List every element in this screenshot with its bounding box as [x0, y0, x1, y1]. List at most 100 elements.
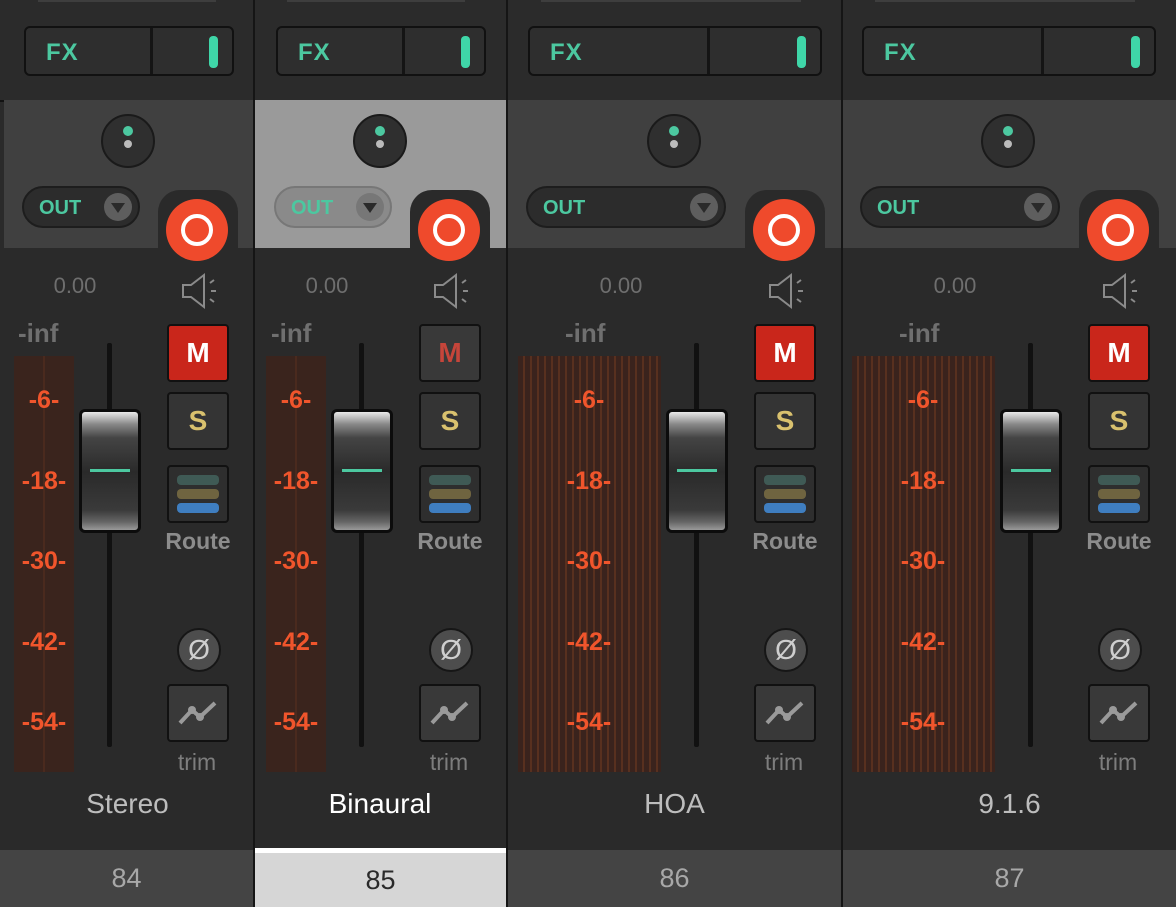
track-number[interactable]: 85	[255, 848, 506, 907]
automation-mode-button[interactable]	[1088, 684, 1150, 742]
solo-button[interactable]: S	[1088, 392, 1150, 450]
fx-button[interactable]: FX	[862, 26, 1156, 76]
route-bar	[177, 475, 219, 485]
fx-enable-indicator[interactable]	[461, 36, 470, 68]
fx-top-divider	[287, 0, 465, 2]
pan-knob[interactable]	[981, 114, 1035, 168]
fx-area: FX	[508, 0, 841, 102]
pan-indicator-dot	[1003, 126, 1013, 136]
fx-enable-indicator[interactable]	[209, 36, 218, 68]
solo-button[interactable]: S	[754, 392, 816, 450]
route-bar	[177, 503, 219, 513]
route-label: Route	[417, 528, 483, 554]
speaker-icon[interactable]	[767, 272, 807, 310]
track-number[interactable]: 87	[843, 850, 1176, 907]
fx-area: FX	[0, 0, 253, 102]
phase-invert-button[interactable]: Ø	[1098, 628, 1142, 672]
volume-fader[interactable]	[331, 409, 393, 533]
route-bar	[764, 489, 806, 499]
phase-invert-button[interactable]: Ø	[429, 628, 473, 672]
route-button[interactable]	[754, 465, 816, 523]
fx-button[interactable]: FX	[528, 26, 822, 76]
automation-mode-button[interactable]	[419, 684, 481, 742]
automation-mode-button[interactable]	[167, 684, 229, 742]
volume-fader[interactable]	[79, 409, 141, 533]
speaker-icon[interactable]	[180, 272, 220, 310]
mute-button[interactable]: M	[1088, 324, 1150, 382]
fx-enable-indicator[interactable]	[1131, 36, 1140, 68]
chevron-down-icon	[104, 193, 132, 221]
fx-button[interactable]: FX	[276, 26, 486, 76]
meter-scale-label: -6-	[907, 386, 939, 414]
track-name[interactable]: Stereo	[0, 788, 253, 820]
track-name[interactable]: 9.1.6	[843, 788, 1176, 820]
fader-track	[359, 343, 364, 747]
volume-fader[interactable]	[1000, 409, 1062, 533]
route-button[interactable]	[419, 465, 481, 523]
fx-label: FX	[298, 39, 331, 66]
fader-track	[1028, 343, 1033, 747]
phase-invert-button[interactable]: Ø	[177, 628, 221, 672]
volume-readout: 0.00	[53, 273, 97, 298]
automation-mode-label: trim	[764, 749, 804, 775]
volume-fader[interactable]	[666, 409, 728, 533]
automation-mode-label: trim	[1098, 749, 1138, 775]
fx-area: FX	[843, 0, 1176, 102]
record-arm-button[interactable]	[753, 199, 815, 261]
output-label: OUT	[39, 197, 82, 219]
volume-readout: 0.00	[305, 273, 349, 298]
track-number[interactable]: 86	[508, 850, 841, 907]
phase-invert-button[interactable]: Ø	[764, 628, 808, 672]
output-select[interactable]: OUT	[274, 186, 392, 228]
meter-scale-label: -42-	[21, 628, 67, 656]
automation-mode-button[interactable]	[754, 684, 816, 742]
track-strip-85: FX OUT 0.00 -inf -6- -18- -30- -42- -54-…	[255, 0, 508, 907]
output-label: OUT	[877, 197, 920, 219]
route-bar	[1098, 489, 1140, 499]
pan-knob[interactable]	[647, 114, 701, 168]
pan-knob[interactable]	[353, 114, 407, 168]
fader-indicator-line	[1011, 469, 1051, 472]
pan-center-dot	[1004, 140, 1012, 148]
mixer: FX OUT 0.00 -inf -6- -18- -30- -42- -54-…	[0, 0, 1176, 907]
pan-indicator-dot	[123, 126, 133, 136]
automation-mode-label: trim	[177, 749, 217, 775]
pan-knob[interactable]	[101, 114, 155, 168]
record-arm-button[interactable]	[1087, 199, 1149, 261]
solo-button[interactable]: S	[167, 392, 229, 450]
output-select[interactable]: OUT	[526, 186, 726, 228]
route-bar	[177, 489, 219, 499]
route-button[interactable]	[167, 465, 229, 523]
route-label: Route	[1086, 528, 1152, 554]
mute-button[interactable]: M	[167, 324, 229, 382]
output-select[interactable]: OUT	[22, 186, 140, 228]
meter-scale-label: -30-	[566, 547, 612, 575]
speaker-icon[interactable]	[432, 272, 472, 310]
fx-enable-indicator[interactable]	[797, 36, 806, 68]
route-bar	[1098, 503, 1140, 513]
track-strip-84: FX OUT 0.00 -inf -6- -18- -30- -42- -54-…	[0, 0, 255, 907]
meter-scale-label: -54-	[900, 708, 946, 736]
speaker-icon[interactable]	[1101, 272, 1141, 310]
fx-divider	[150, 28, 153, 74]
mute-button[interactable]: M	[754, 324, 816, 382]
meter-scale-label: -54-	[566, 708, 612, 736]
meter-scale-label: -18-	[900, 467, 946, 495]
output-select[interactable]: OUT	[860, 186, 1060, 228]
mute-button[interactable]: M	[419, 324, 481, 382]
route-button[interactable]	[1088, 465, 1150, 523]
fx-button[interactable]: FX	[24, 26, 234, 76]
track-name[interactable]: Binaural	[255, 788, 505, 820]
record-arm-button[interactable]	[418, 199, 480, 261]
fx-top-divider	[541, 0, 801, 2]
fx-area: FX	[255, 0, 506, 102]
track-number[interactable]: 84	[0, 850, 253, 907]
fx-divider	[707, 28, 710, 74]
pan-center-dot	[376, 140, 384, 148]
route-bar	[429, 475, 471, 485]
route-label: Route	[165, 528, 231, 554]
track-name[interactable]: HOA	[508, 788, 841, 820]
record-arm-button[interactable]	[166, 199, 228, 261]
solo-button[interactable]: S	[419, 392, 481, 450]
peak-readout: -inf	[271, 318, 312, 348]
